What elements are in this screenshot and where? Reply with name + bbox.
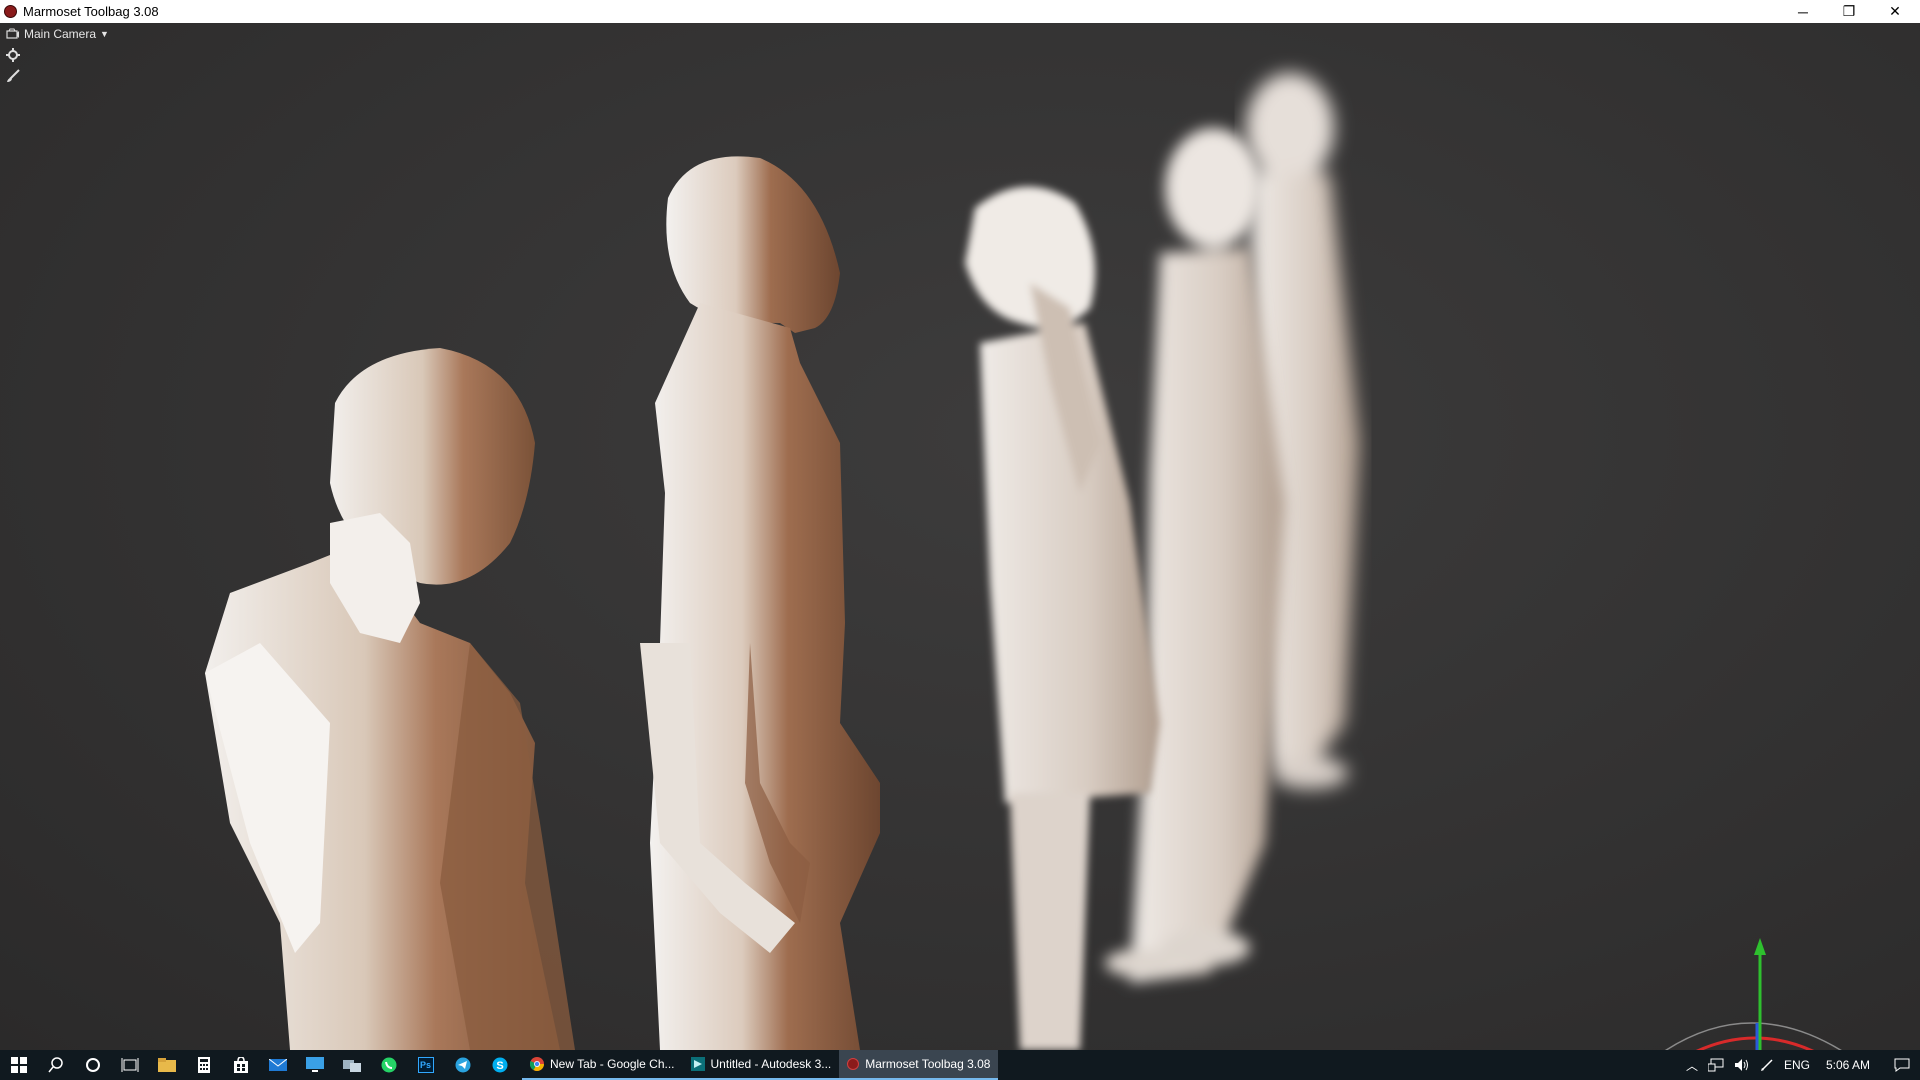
window-title: Marmoset Toolbag 3.08 [23,4,159,19]
scene-render [205,73,1860,1050]
title-bar: Marmoset Toolbag 3.08 ─ ❐ ✕ [0,0,1920,23]
notification-icon[interactable] [1894,1058,1910,1072]
clock[interactable]: 5:06 AM [1826,1058,1870,1072]
restore-button[interactable]: ❐ [1826,0,1872,23]
taskbar: Ps S New Tab - Google Ch... Untitled - A… [0,1050,1920,1080]
view-gizmo[interactable] [1648,938,1860,1050]
windows-start-icon[interactable] [0,1050,37,1080]
language-indicator[interactable]: ENG [1784,1058,1810,1072]
cortana-icon[interactable] [74,1050,111,1080]
restore-icon: ❐ [1842,3,1856,19]
search-icon[interactable] [37,1050,74,1080]
camera-icon [6,28,19,39]
volume-icon[interactable] [1734,1058,1750,1072]
remote-desktop-icon[interactable] [296,1050,333,1080]
network-icon[interactable] [1707,1058,1724,1072]
photoshop-icon[interactable]: Ps [407,1050,444,1080]
chevron-down-icon: ▼ [100,29,109,39]
figure-1 [205,348,575,1050]
taskbar-app-3dsmax[interactable]: Untitled - Autodesk 3... [682,1050,840,1080]
figure-3 [965,186,1160,1050]
brush-icon[interactable] [6,69,20,83]
close-button[interactable]: ✕ [1872,0,1918,23]
taskbar-app-label: Marmoset Toolbag 3.08 [865,1057,991,1071]
chevron-up-icon[interactable]: ︿ [1686,1057,1698,1074]
marmoset-icon [847,1058,860,1070]
network-app-icon[interactable] [333,1050,370,1080]
photoshop-label: Ps [417,1057,434,1073]
marmoset-app-icon [4,5,17,18]
figure-2 [640,156,880,1050]
close-icon: ✕ [1889,3,1901,19]
gear-icon[interactable] [6,48,20,62]
camera-label: Main Camera [24,27,97,41]
taskbar-app-marmoset[interactable]: Marmoset Toolbag 3.08 [839,1050,999,1080]
svg-text:S: S [496,1060,503,1072]
whatsapp-icon[interactable] [370,1050,407,1080]
taskbar-app-label: Untitled - Autodesk 3... [710,1057,832,1071]
taskbar-app-label: New Tab - Google Ch... [550,1057,675,1071]
system-tray: ︿ ENG 5:06 AM [1686,1050,1920,1080]
taskbar-app-chrome[interactable]: New Tab - Google Ch... [522,1050,683,1080]
camera-selector[interactable]: Main Camera ▼ [6,27,109,41]
chrome-icon [530,1057,544,1071]
store-icon[interactable] [222,1050,259,1080]
telegram-icon[interactable] [444,1050,481,1080]
3dsmax-icon [690,1057,705,1071]
3d-viewport[interactable]: Main Camera ▼ [0,23,1920,1050]
mail-icon[interactable] [259,1050,296,1080]
skype-icon[interactable]: S [481,1050,518,1080]
task-view-icon[interactable] [111,1050,148,1080]
minimize-icon: ─ [1798,3,1808,20]
minimize-button[interactable]: ─ [1780,0,1826,23]
pen-icon[interactable] [1760,1058,1774,1072]
calculator-icon[interactable] [185,1050,222,1080]
file-explorer-icon[interactable] [148,1050,185,1080]
